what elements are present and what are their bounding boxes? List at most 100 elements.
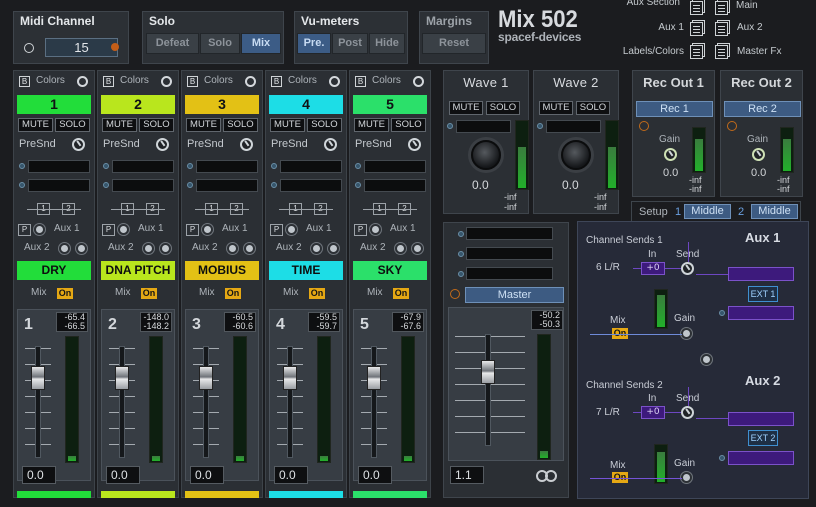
master-insert-slot-1[interactable] bbox=[466, 227, 553, 240]
wave-gain-knob[interactable] bbox=[471, 140, 501, 170]
power-icon[interactable] bbox=[245, 76, 256, 87]
power-icon[interactable] bbox=[413, 76, 424, 87]
master-fader-cap[interactable] bbox=[481, 360, 495, 384]
mute-button[interactable]: MUTE bbox=[354, 118, 389, 132]
midi-reset-icon[interactable] bbox=[24, 43, 34, 53]
solo-button[interactable]: SOLO bbox=[576, 101, 610, 115]
insert-slot-1[interactable] bbox=[28, 160, 90, 173]
fader-track[interactable] bbox=[287, 346, 293, 458]
fader-cap[interactable] bbox=[115, 366, 129, 390]
doc-icon[interactable] bbox=[690, 45, 703, 59]
aux2-knob[interactable] bbox=[59, 243, 70, 254]
rec-arm-icon[interactable] bbox=[639, 121, 649, 131]
aux2-pan-knob[interactable] bbox=[160, 243, 171, 254]
solo-button[interactable]: SOLO bbox=[486, 101, 520, 115]
link-stereo-icon[interactable] bbox=[536, 469, 558, 483]
aux1-pan-knob[interactable] bbox=[286, 224, 297, 235]
solo-button[interactable]: SOLO bbox=[223, 118, 258, 132]
fader-value-field[interactable]: 0.0 bbox=[22, 466, 56, 484]
aux1-p-box[interactable]: P bbox=[270, 224, 283, 236]
bypass-switch[interactable]: B bbox=[271, 76, 282, 87]
mute-button[interactable]: MUTE bbox=[539, 101, 573, 115]
mute-button[interactable]: MUTE bbox=[102, 118, 137, 132]
fader-value-field[interactable]: 0.0 bbox=[358, 466, 392, 484]
colors-label[interactable]: Colors bbox=[372, 75, 401, 86]
margins-reset-button[interactable]: Reset bbox=[422, 33, 486, 54]
master-button[interactable]: Master bbox=[465, 287, 564, 303]
link-aux2-label[interactable]: Aux 2 bbox=[737, 22, 763, 33]
colors-label[interactable]: Colors bbox=[36, 75, 65, 86]
presnd-knob[interactable] bbox=[156, 138, 169, 151]
aux1-pan-knob[interactable] bbox=[34, 224, 45, 235]
channel-number-bar[interactable]: 3 bbox=[185, 95, 259, 114]
colors-label[interactable]: Colors bbox=[120, 75, 149, 86]
solo-button[interactable]: SOLO bbox=[55, 118, 90, 132]
power-icon[interactable] bbox=[161, 76, 172, 87]
aux2-knob[interactable] bbox=[227, 243, 238, 254]
aux1-ext-button[interactable]: EXT 1 bbox=[748, 286, 778, 302]
vu-pre-button[interactable]: Pre. bbox=[297, 33, 331, 54]
channel-name-bar[interactable]: DRY bbox=[17, 261, 91, 280]
solo-mix-button[interactable]: Mix bbox=[241, 33, 281, 54]
insert-slot-2[interactable] bbox=[196, 179, 258, 192]
link-master-fx-label[interactable]: Master Fx bbox=[737, 46, 781, 57]
aux1-gain-knob[interactable] bbox=[681, 328, 692, 339]
mute-button[interactable]: MUTE bbox=[449, 101, 483, 115]
master-insert-slot-2[interactable] bbox=[466, 247, 553, 260]
rec-button[interactable]: Rec 1 bbox=[636, 101, 713, 117]
fader-track[interactable] bbox=[371, 346, 377, 458]
insert-slot-2[interactable] bbox=[280, 179, 342, 192]
solo-button[interactable]: SOLO bbox=[391, 118, 426, 132]
solo-button[interactable]: SOLO bbox=[139, 118, 174, 132]
colors-label[interactable]: Colors bbox=[204, 75, 233, 86]
bypass-switch[interactable]: B bbox=[187, 76, 198, 87]
channel-name-bar[interactable]: DNA PITCH bbox=[101, 261, 175, 280]
presnd-knob[interactable] bbox=[408, 138, 421, 151]
insert-slot-2[interactable] bbox=[112, 179, 174, 192]
aux1-in-field[interactable]: +0 bbox=[641, 262, 665, 275]
insert-slot-1[interactable] bbox=[364, 160, 426, 173]
mute-button[interactable]: MUTE bbox=[18, 118, 53, 132]
doc-icon[interactable] bbox=[715, 45, 728, 59]
insert-slot-1[interactable] bbox=[196, 160, 258, 173]
channel-name-bar[interactable]: SKY bbox=[353, 261, 427, 280]
aux2-ext-button[interactable]: EXT 2 bbox=[748, 430, 778, 446]
mix-on-toggle[interactable]: On bbox=[309, 288, 325, 299]
insert-slot-1[interactable] bbox=[280, 160, 342, 173]
aux2-gain-knob[interactable] bbox=[681, 472, 692, 483]
vu-post-button[interactable]: Post bbox=[332, 33, 368, 54]
power-icon[interactable] bbox=[77, 76, 88, 87]
rec-button[interactable]: Rec 2 bbox=[724, 101, 801, 117]
aux1-out-knob[interactable] bbox=[701, 354, 712, 365]
aux2-pan-knob[interactable] bbox=[412, 243, 423, 254]
presnd-knob[interactable] bbox=[240, 138, 253, 151]
aux2-pan-knob[interactable] bbox=[76, 243, 87, 254]
aux1-pan-knob[interactable] bbox=[118, 224, 129, 235]
fader-value-field[interactable]: 0.0 bbox=[106, 466, 140, 484]
mix-on-toggle[interactable]: On bbox=[57, 288, 73, 299]
aux2-pan-knob[interactable] bbox=[244, 243, 255, 254]
mix-on-toggle[interactable]: On bbox=[141, 288, 157, 299]
solo-solo-button[interactable]: Solo bbox=[200, 33, 240, 54]
aux1-pan-knob[interactable] bbox=[202, 224, 213, 235]
link-main-label[interactable]: Main bbox=[736, 0, 758, 11]
fader-cap[interactable] bbox=[367, 366, 381, 390]
channel-number-bar[interactable]: 4 bbox=[269, 95, 343, 114]
insert-slot-2[interactable] bbox=[364, 179, 426, 192]
aux2-knob[interactable] bbox=[311, 243, 322, 254]
channel-number-bar[interactable]: 2 bbox=[101, 95, 175, 114]
wave-insert-slot[interactable] bbox=[546, 120, 601, 133]
fader-value-field[interactable]: 0.0 bbox=[274, 466, 308, 484]
fader-value-field[interactable]: 0.0 bbox=[190, 466, 224, 484]
rec-gain-knob[interactable] bbox=[664, 148, 677, 161]
vu-hide-button[interactable]: Hide bbox=[369, 33, 405, 54]
mute-button[interactable]: MUTE bbox=[270, 118, 305, 132]
doc-icon[interactable] bbox=[690, 1, 703, 15]
wave-gain-knob[interactable] bbox=[561, 140, 591, 170]
fader-track[interactable] bbox=[35, 346, 41, 458]
aux1-pan-knob[interactable] bbox=[370, 224, 381, 235]
fader-track[interactable] bbox=[119, 346, 125, 458]
doc-icon[interactable] bbox=[715, 1, 728, 15]
rec-gain-knob[interactable] bbox=[752, 148, 765, 161]
channel-name-bar[interactable]: MOBIUS bbox=[185, 261, 259, 280]
